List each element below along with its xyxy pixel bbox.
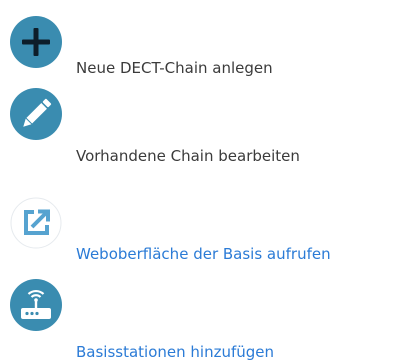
new-dect-chain-action[interactable]: Neue DECT-Chain anlegen bbox=[0, 14, 406, 86]
open-base-web-ui-label: Weboberfläche der Basis aufrufen bbox=[76, 245, 331, 263]
edit-chain-action[interactable]: Vorhandene Chain bearbeiten bbox=[0, 86, 406, 165]
pencil-icon[interactable] bbox=[8, 86, 64, 142]
plus-icon[interactable] bbox=[8, 14, 64, 70]
open-base-web-ui-link[interactable]: Weboberfläche der Basis aufrufen bbox=[0, 192, 406, 264]
new-dect-chain-label: Neue DECT-Chain anlegen bbox=[76, 59, 273, 77]
add-base-stations-link[interactable]: Basisstationen hinzufügen bbox=[0, 277, 406, 361]
external-link-icon[interactable] bbox=[8, 195, 64, 251]
add-base-stations-label: Basisstationen hinzufügen bbox=[76, 343, 275, 361]
edit-chain-label: Vorhandene Chain bearbeiten bbox=[76, 147, 300, 165]
router-icon[interactable] bbox=[8, 277, 64, 333]
